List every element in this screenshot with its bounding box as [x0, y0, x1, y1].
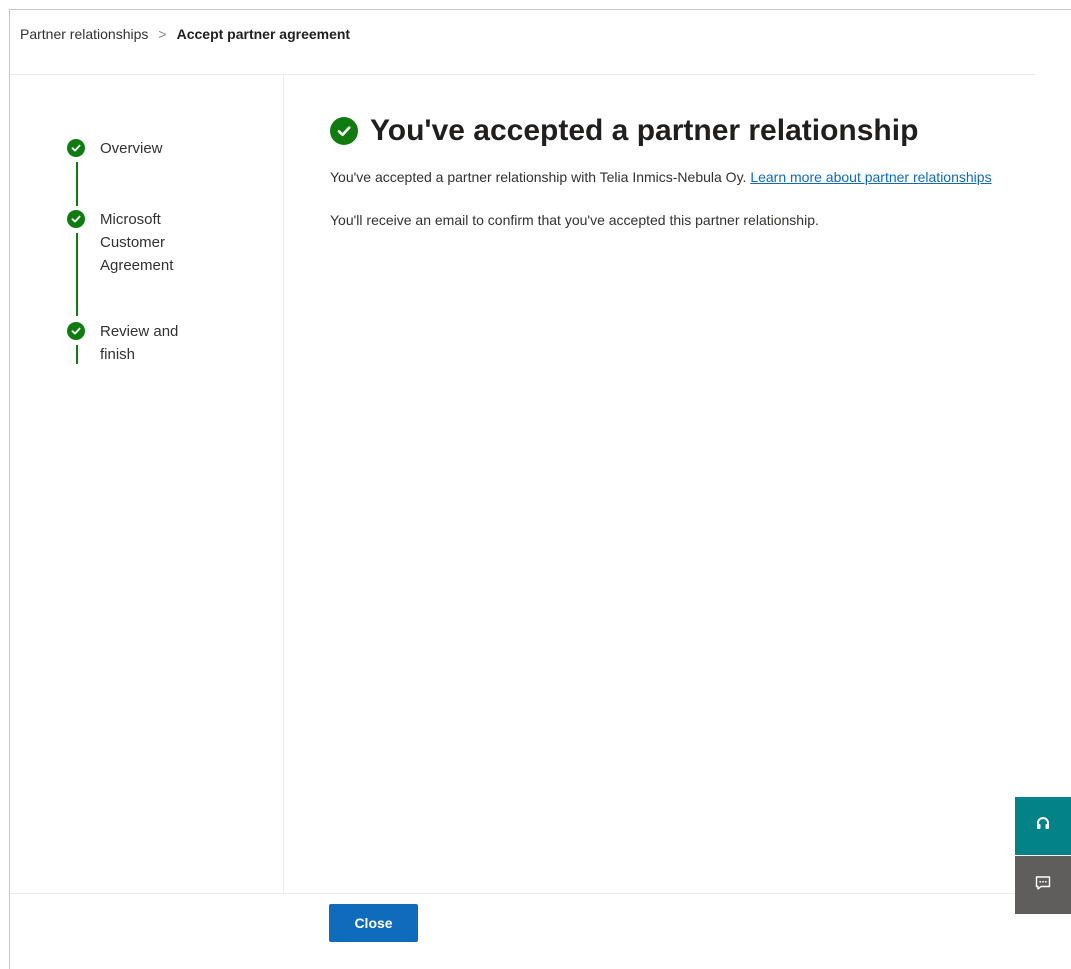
check-icon	[67, 139, 85, 157]
breadcrumb-partner-relationships[interactable]: Partner relationships	[20, 26, 148, 42]
step-overview[interactable]: Overview	[67, 139, 163, 160]
help-button[interactable]	[1015, 797, 1071, 855]
confirmation-text: You've accepted a partner relationship w…	[330, 166, 1010, 188]
breadcrumb: Partner relationships > Accept partner a…	[20, 26, 350, 42]
step-review-and-finish[interactable]: Review and finish	[67, 322, 190, 366]
footer-divider	[10, 893, 1071, 894]
feedback-button[interactable]	[1015, 856, 1071, 914]
success-check-icon	[330, 117, 358, 145]
step-label: Microsoft Customer Agreement	[100, 211, 174, 274]
close-button[interactable]: Close	[329, 904, 418, 942]
steps-pane: Overview Microsoft Customer Agreement Re…	[10, 75, 284, 893]
step-label: Overview	[100, 140, 163, 157]
learn-more-link[interactable]: Learn more about partner relationships	[750, 169, 991, 185]
step-microsoft-customer-agreement[interactable]: Microsoft Customer Agreement	[67, 210, 190, 277]
email-notice: You'll receive an email to confirm that …	[330, 212, 819, 228]
breadcrumb-separator: >	[158, 26, 167, 42]
feedback-icon	[1034, 874, 1052, 897]
title-row: You've accepted a partner relationship	[330, 113, 1010, 149]
confirmation-message: You've accepted a partner relationship w…	[330, 169, 751, 185]
page-title: You've accepted a partner relationship	[370, 114, 919, 147]
step-label: Review and finish	[100, 323, 179, 363]
headset-icon	[1034, 815, 1052, 838]
step-connector	[76, 162, 78, 206]
check-icon	[67, 210, 85, 228]
breadcrumb-current: Accept partner agreement	[176, 26, 351, 42]
main-content: You've accepted a partner relationship Y…	[330, 113, 1010, 231]
check-icon	[67, 322, 85, 340]
